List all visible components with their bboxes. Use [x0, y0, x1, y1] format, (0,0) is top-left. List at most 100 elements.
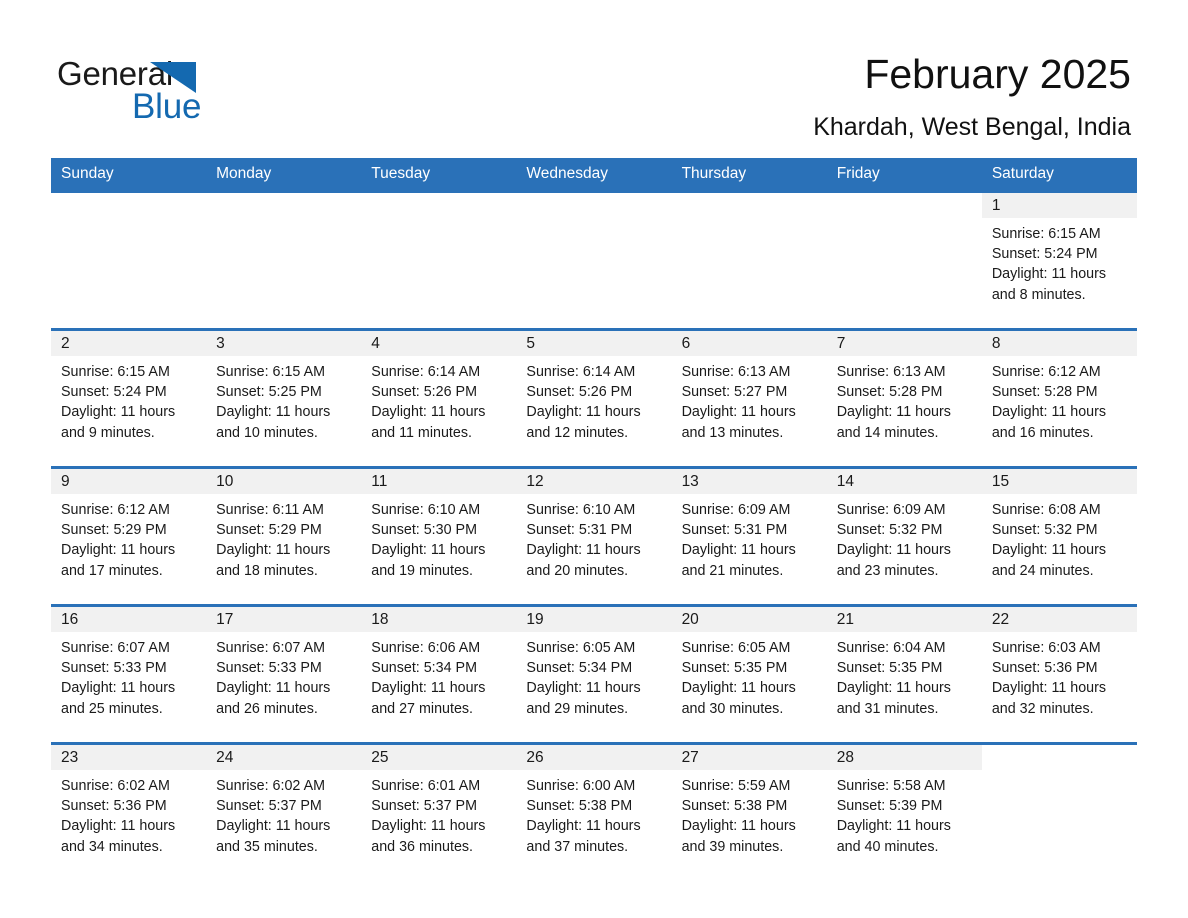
day-cell-inner: [516, 193, 672, 325]
daylight-text-line1: Daylight: 11 hours: [991, 266, 1107, 283]
calendar-day-cell[interactable]: 9 Sunrise: 6:12 AM Sunset: 5:29 PM Daylight…: [51, 466, 207, 606]
day-number-band: 11: [361, 469, 517, 494]
daylight-text-line1: Daylight: 11 hours: [681, 404, 796, 421]
day-cell-inner: 16 Sunrise: 6:07 AM Sunset: 5:33 PM Dayligh…: [51, 607, 207, 739]
daylight-text-line1: Daylight: 11 hours: [991, 680, 1107, 697]
daylight-text-line1: Daylight: 11 hours: [526, 818, 641, 835]
day-cell-details: [206, 218, 361, 224]
daylight-text-line2: and 30 minutes.: [681, 700, 784, 717]
calendar-day-cell[interactable]: 13 Sunrise: 6:09 AM Sunset: 5:31 PM Dayligh…: [671, 466, 827, 606]
day-number: 3: [216, 335, 225, 352]
day-cell-details: Sunrise: 6:01 AM Sunset: 5:37 PM Daylight:…: [361, 770, 516, 857]
daylight-text-line2: and 34 minutes.: [61, 838, 163, 855]
calendar-day-cell[interactable]: 22 Sunrise: 6:03 AM Sunset: 5:36 PM Dayligh…: [981, 604, 1137, 744]
calendar-day-cell-empty: [981, 742, 1137, 880]
calendar-day-cell[interactable]: 27 Sunrise: 5:59 AM Sunset: 5:38 PM Dayligh…: [671, 742, 827, 880]
sunrise-text: Sunrise: 6:13 AM: [681, 364, 791, 380]
day-cell-details: Sunrise: 6:11 AM Sunset: 5:29 PM Daylight:…: [206, 494, 361, 581]
brand-logo[interactable]: General Blue: [57, 55, 477, 135]
calendar-day-cell[interactable]: 24 Sunrise: 6:02 AM Sunset: 5:37 PM Dayligh…: [206, 742, 362, 880]
daylight-text-line2: and 20 minutes.: [526, 562, 629, 579]
day-cell-inner: 4 Sunrise: 6:14 AM Sunset: 5:26 PM Daylight…: [361, 331, 517, 463]
day-number-band: 23: [51, 745, 207, 770]
calendar-day-cell[interactable]: 17 Sunrise: 6:07 AM Sunset: 5:33 PM Dayligh…: [206, 604, 362, 744]
calendar-day-cell[interactable]: 18 Sunrise: 6:06 AM Sunset: 5:34 PM Dayligh…: [361, 604, 517, 744]
calendar-day-cell[interactable]: 28 Sunrise: 5:58 AM Sunset: 5:39 PM Dayligh…: [826, 742, 982, 880]
calendar-day-cell[interactable]: 12 Sunrise: 6:10 AM Sunset: 5:31 PM Dayligh…: [516, 466, 672, 606]
calendar-day-cell[interactable]: 2 Sunrise: 6:15 AM Sunset: 5:24 PM Daylight…: [51, 328, 207, 468]
sunset-text: Sunset: 5:24 PM: [61, 384, 167, 401]
weekday-header-wednesday: Wednesday: [516, 158, 672, 192]
daylight-text-line2: and 14 minutes.: [836, 424, 939, 441]
calendar-day-cell[interactable]: 16 Sunrise: 6:07 AM Sunset: 5:33 PM Dayligh…: [51, 604, 207, 744]
calendar-day-cell[interactable]: 6 Sunrise: 6:13 AM Sunset: 5:27 PM Daylight…: [671, 328, 827, 468]
calendar-day-cell[interactable]: 19 Sunrise: 6:05 AM Sunset: 5:34 PM Dayligh…: [516, 604, 672, 744]
day-cell-inner: 21 Sunrise: 6:04 AM Sunset: 5:35 PM Dayligh…: [826, 607, 982, 739]
calendar-day-cell[interactable]: 21 Sunrise: 6:04 AM Sunset: 5:35 PM Dayligh…: [826, 604, 982, 744]
sunrise-text: Sunrise: 5:59 AM: [681, 778, 791, 794]
sunset-text: Sunset: 5:29 PM: [61, 522, 167, 539]
calendar-day-cell[interactable]: 20 Sunrise: 6:05 AM Sunset: 5:35 PM Dayligh…: [671, 604, 827, 744]
day-number: 14: [836, 473, 854, 490]
day-number-band: [361, 193, 517, 218]
day-number: 2: [61, 335, 70, 352]
daylight-text-line2: and 8 minutes.: [991, 286, 1086, 303]
sunset-text: Sunset: 5:38 PM: [681, 798, 788, 815]
sunset-text: Sunset: 5:39 PM: [836, 798, 943, 815]
day-cell-details: Sunrise: 6:02 AM Sunset: 5:37 PM Daylight:…: [206, 770, 361, 857]
sunset-text: Sunset: 5:26 PM: [526, 384, 633, 401]
calendar-day-cell[interactable]: 15 Sunrise: 6:08 AM Sunset: 5:32 PM Dayligh…: [981, 466, 1137, 606]
day-number-band: [981, 745, 1137, 770]
daylight-text-line1: Daylight: 11 hours: [526, 680, 641, 697]
day-number-band: 25: [361, 745, 517, 770]
calendar-day-cell[interactable]: 1 Sunrise: 6:15 AM Sunset: 5:24 PM Daylight…: [981, 190, 1137, 330]
day-number-band: 3: [206, 331, 362, 356]
day-number-band: 9: [51, 469, 207, 494]
day-cell-inner: 25 Sunrise: 6:01 AM Sunset: 5:37 PM Dayligh…: [361, 745, 517, 877]
daylight-text-line1: Daylight: 11 hours: [216, 818, 331, 835]
calendar-day-cell[interactable]: 11 Sunrise: 6:10 AM Sunset: 5:30 PM Dayligh…: [361, 466, 517, 606]
day-cell-details: Sunrise: 6:05 AM Sunset: 5:34 PM Daylight:…: [516, 632, 671, 719]
sunrise-text: Sunrise: 6:13 AM: [836, 364, 946, 380]
calendar-day-cell[interactable]: 5 Sunrise: 6:14 AM Sunset: 5:26 PM Daylight…: [516, 328, 672, 468]
daylight-text-line1: Daylight: 11 hours: [371, 680, 486, 697]
day-number-band: 1: [981, 193, 1137, 218]
calendar-day-cell[interactable]: 23 Sunrise: 6:02 AM Sunset: 5:36 PM Dayligh…: [51, 742, 207, 880]
calendar-day-cell[interactable]: 8 Sunrise: 6:12 AM Sunset: 5:28 PM Daylight…: [981, 328, 1137, 468]
sunset-text: Sunset: 5:28 PM: [836, 384, 943, 401]
day-number-band: 16: [51, 607, 207, 632]
daylight-text-line2: and 18 minutes.: [216, 562, 318, 579]
calendar-day-cell[interactable]: 7 Sunrise: 6:13 AM Sunset: 5:28 PM Daylight…: [826, 328, 982, 468]
page-title: February 2025: [864, 51, 1131, 97]
calendar-day-cell[interactable]: 3 Sunrise: 6:15 AM Sunset: 5:25 PM Daylight…: [206, 328, 362, 468]
day-number: 16: [61, 611, 79, 628]
daylight-text-line2: and 36 minutes.: [371, 838, 474, 855]
weekday-header-saturday: Saturday: [981, 158, 1137, 192]
day-cell-details: Sunrise: 6:02 AM Sunset: 5:36 PM Daylight:…: [51, 770, 206, 857]
calendar-day-cell[interactable]: 4 Sunrise: 6:14 AM Sunset: 5:26 PM Daylight…: [361, 328, 517, 468]
calendar-day-cell[interactable]: 25 Sunrise: 6:01 AM Sunset: 5:37 PM Dayligh…: [361, 742, 517, 880]
daylight-text-line1: Daylight: 11 hours: [61, 542, 176, 559]
day-cell-inner: 3 Sunrise: 6:15 AM Sunset: 5:25 PM Daylight…: [206, 331, 362, 463]
sunset-text: Sunset: 5:36 PM: [991, 660, 1098, 677]
day-cell-details: Sunrise: 6:15 AM Sunset: 5:25 PM Daylight:…: [206, 356, 361, 443]
daylight-text-line1: Daylight: 11 hours: [371, 818, 486, 835]
calendar-day-cell[interactable]: 26 Sunrise: 6:00 AM Sunset: 5:38 PM Dayligh…: [516, 742, 672, 880]
day-number: 13: [681, 473, 699, 490]
daylight-text-line2: and 12 minutes.: [526, 424, 629, 441]
day-number: 20: [681, 611, 699, 628]
day-number-band: 8: [981, 331, 1137, 356]
day-cell-details: Sunrise: 6:14 AM Sunset: 5:26 PM Daylight:…: [516, 356, 671, 443]
day-cell-details: Sunrise: 6:15 AM Sunset: 5:24 PM Daylight:…: [51, 356, 206, 443]
day-cell-details: Sunrise: 6:14 AM Sunset: 5:26 PM Daylight:…: [361, 356, 516, 443]
day-number: 25: [371, 749, 389, 766]
day-number: 27: [681, 749, 699, 766]
day-number: 12: [526, 473, 544, 490]
calendar-day-cell[interactable]: 10 Sunrise: 6:11 AM Sunset: 5:29 PM Dayligh…: [206, 466, 362, 606]
sunrise-text: Sunrise: 6:05 AM: [681, 640, 791, 656]
calendar-body: 1 Sunrise: 6:15 AM Sunset: 5:24 PM Daylight…: [51, 190, 1137, 880]
day-cell-details: Sunrise: 6:03 AM Sunset: 5:36 PM Daylight:…: [982, 632, 1137, 719]
day-cell-details: Sunrise: 6:07 AM Sunset: 5:33 PM Daylight:…: [51, 632, 206, 719]
calendar-day-cell[interactable]: 14 Sunrise: 6:09 AM Sunset: 5:32 PM Dayligh…: [826, 466, 982, 606]
day-number: 19: [526, 611, 544, 628]
